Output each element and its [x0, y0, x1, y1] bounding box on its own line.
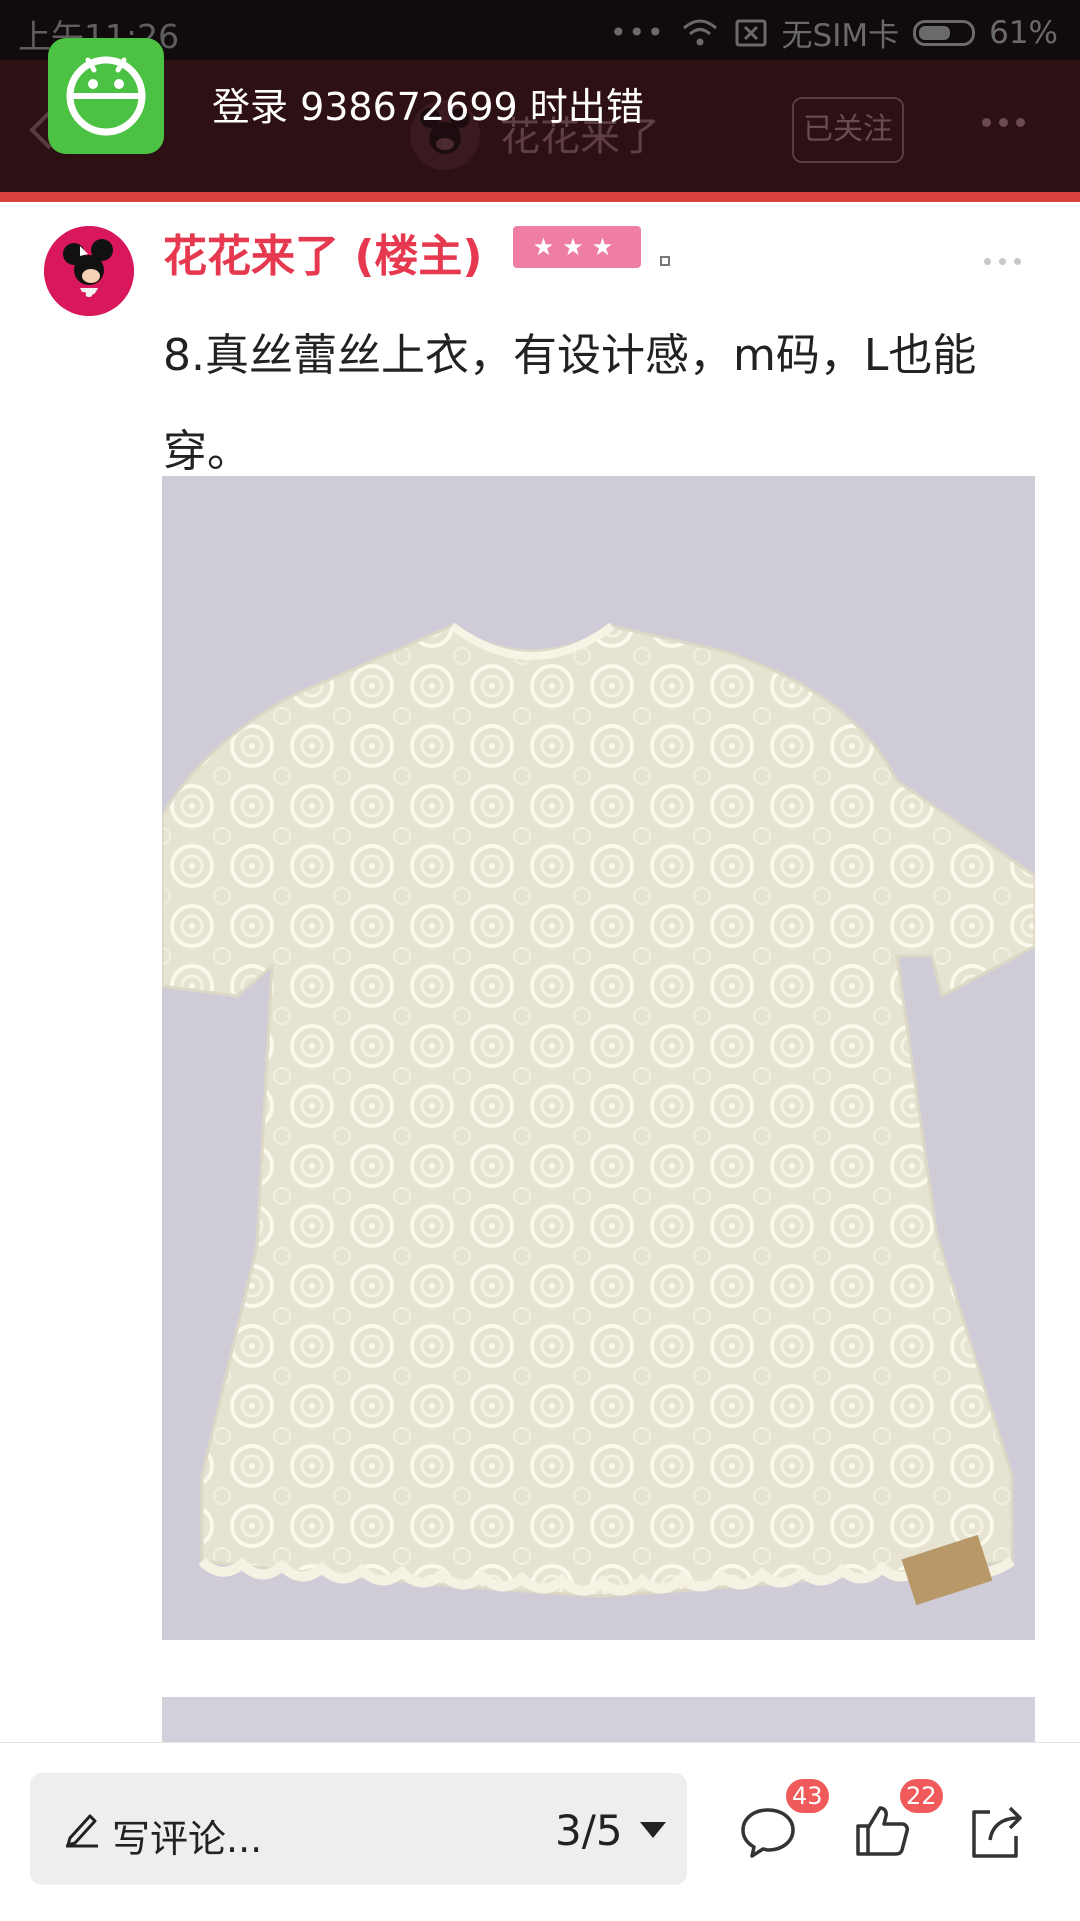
author-avatar[interactable] — [44, 226, 134, 316]
minnie-avatar-icon — [44, 226, 134, 316]
comment-count-badge: 43 — [786, 1779, 829, 1813]
post-more-icon[interactable] — [984, 250, 1029, 269]
status-indicators: ••• 无SIM卡 61% — [610, 10, 1058, 55]
share-icon[interactable] — [966, 1802, 1026, 1862]
android-app-icon — [48, 38, 164, 154]
pencil-icon — [66, 1814, 98, 1848]
wifi-icon — [682, 19, 717, 45]
author-name[interactable]: 花花来了 (楼主) — [163, 220, 483, 284]
battery-percent: 61% — [989, 14, 1058, 51]
next-post-photo[interactable] — [162, 1697, 1035, 1747]
level-badge: ★★★ — [513, 226, 641, 268]
no-sim-icon — [735, 19, 767, 46]
battery-icon — [913, 19, 976, 46]
toast-message: 登录 938672699 时出错 — [212, 85, 644, 129]
thumbs-up-icon[interactable] — [852, 1800, 912, 1860]
like-count-badge: 22 — [900, 1779, 943, 1813]
comment-bubble-icon[interactable] — [738, 1802, 798, 1862]
lace-blouse-image — [162, 476, 1035, 1640]
carrier-text: 无SIM卡 — [781, 18, 900, 54]
signal-dots-icon: ••• — [609, 16, 666, 49]
more-options-icon[interactable] — [982, 112, 1033, 131]
small-square-icon — [660, 256, 670, 266]
page-indicator[interactable]: 3/5 — [555, 1806, 623, 1855]
dropdown-triangle-icon[interactable] — [640, 1822, 666, 1838]
header-accent-line — [0, 192, 1080, 202]
post-text: 8.真丝蕾丝上衣，有设计感，m码，L也能穿。 — [163, 330, 977, 477]
follow-button[interactable]: 已关注 — [792, 97, 904, 163]
comment-placeholder[interactable]: 写评论... — [112, 1808, 262, 1863]
post-photo[interactable] — [162, 476, 1035, 1640]
